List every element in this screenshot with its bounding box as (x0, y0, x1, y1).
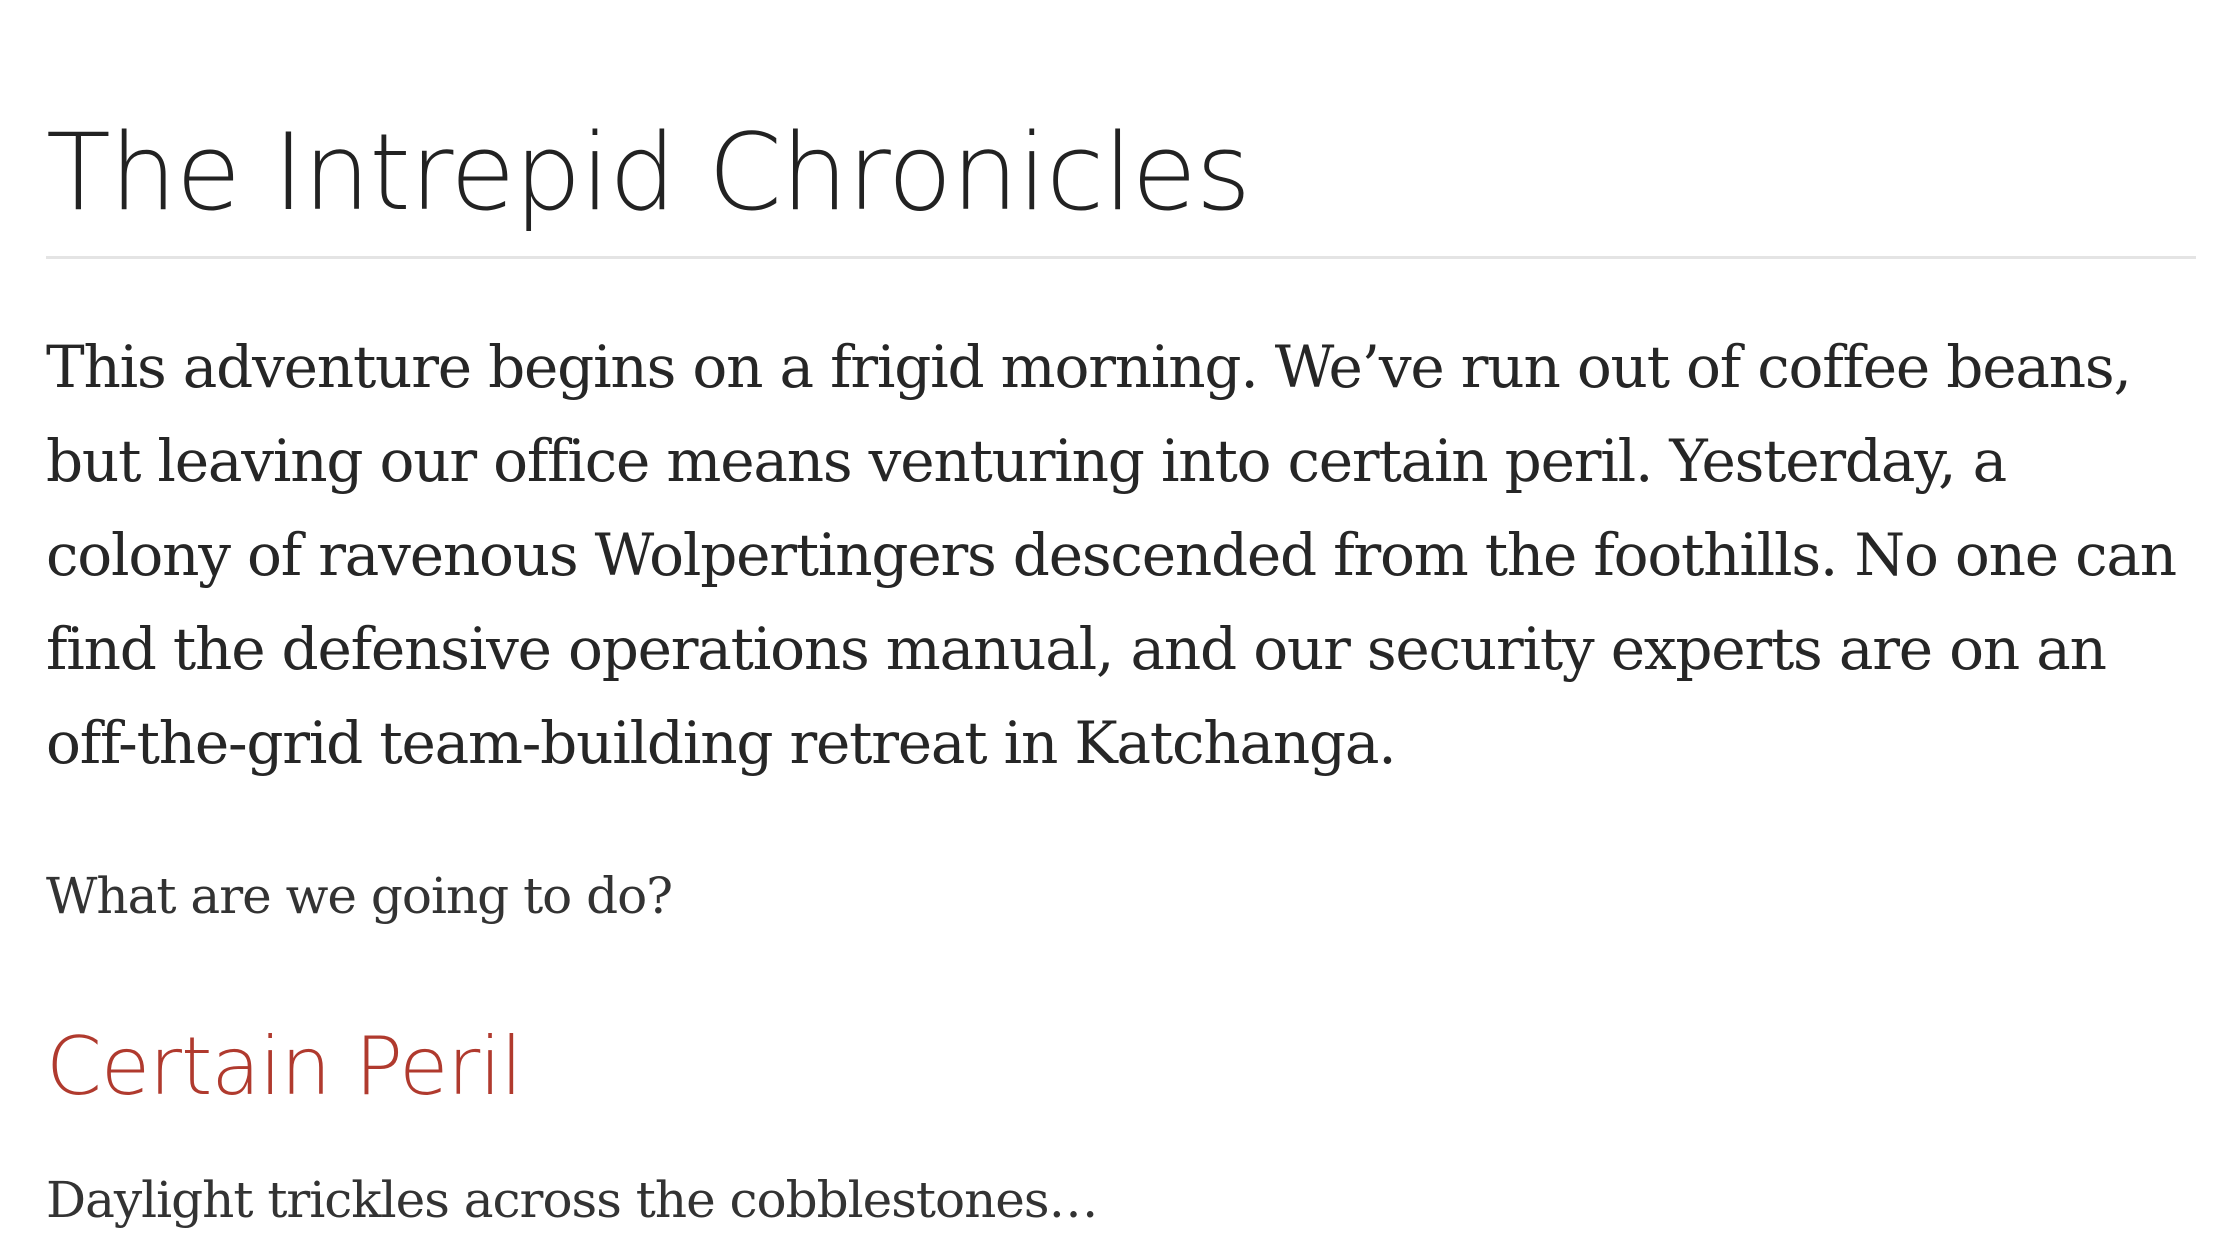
question-paragraph: What are we going to do? (46, 867, 673, 925)
page-title: The Intrepid Chronicles (46, 111, 1251, 234)
section-teaser-paragraph: Daylight trickles across the cobblestone… (46, 1171, 1099, 1229)
article-page: The Intrepid Chronicles This adventure b… (0, 0, 2220, 1260)
section-heading-certain-peril: Certain Peril (46, 1020, 523, 1113)
title-divider (46, 256, 2196, 259)
intro-paragraph: This adventure begins on a frigid mornin… (46, 333, 2177, 777)
